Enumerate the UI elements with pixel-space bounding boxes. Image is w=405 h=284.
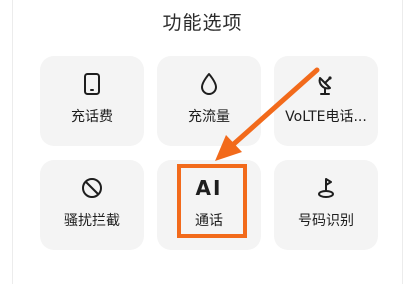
function-options-panel: 功能选项 充话费 充流量 VoLTE电话... 骚扰拦截 AI 通话 号码识别 (0, 0, 405, 284)
pointer-arrow (215, 67, 320, 161)
